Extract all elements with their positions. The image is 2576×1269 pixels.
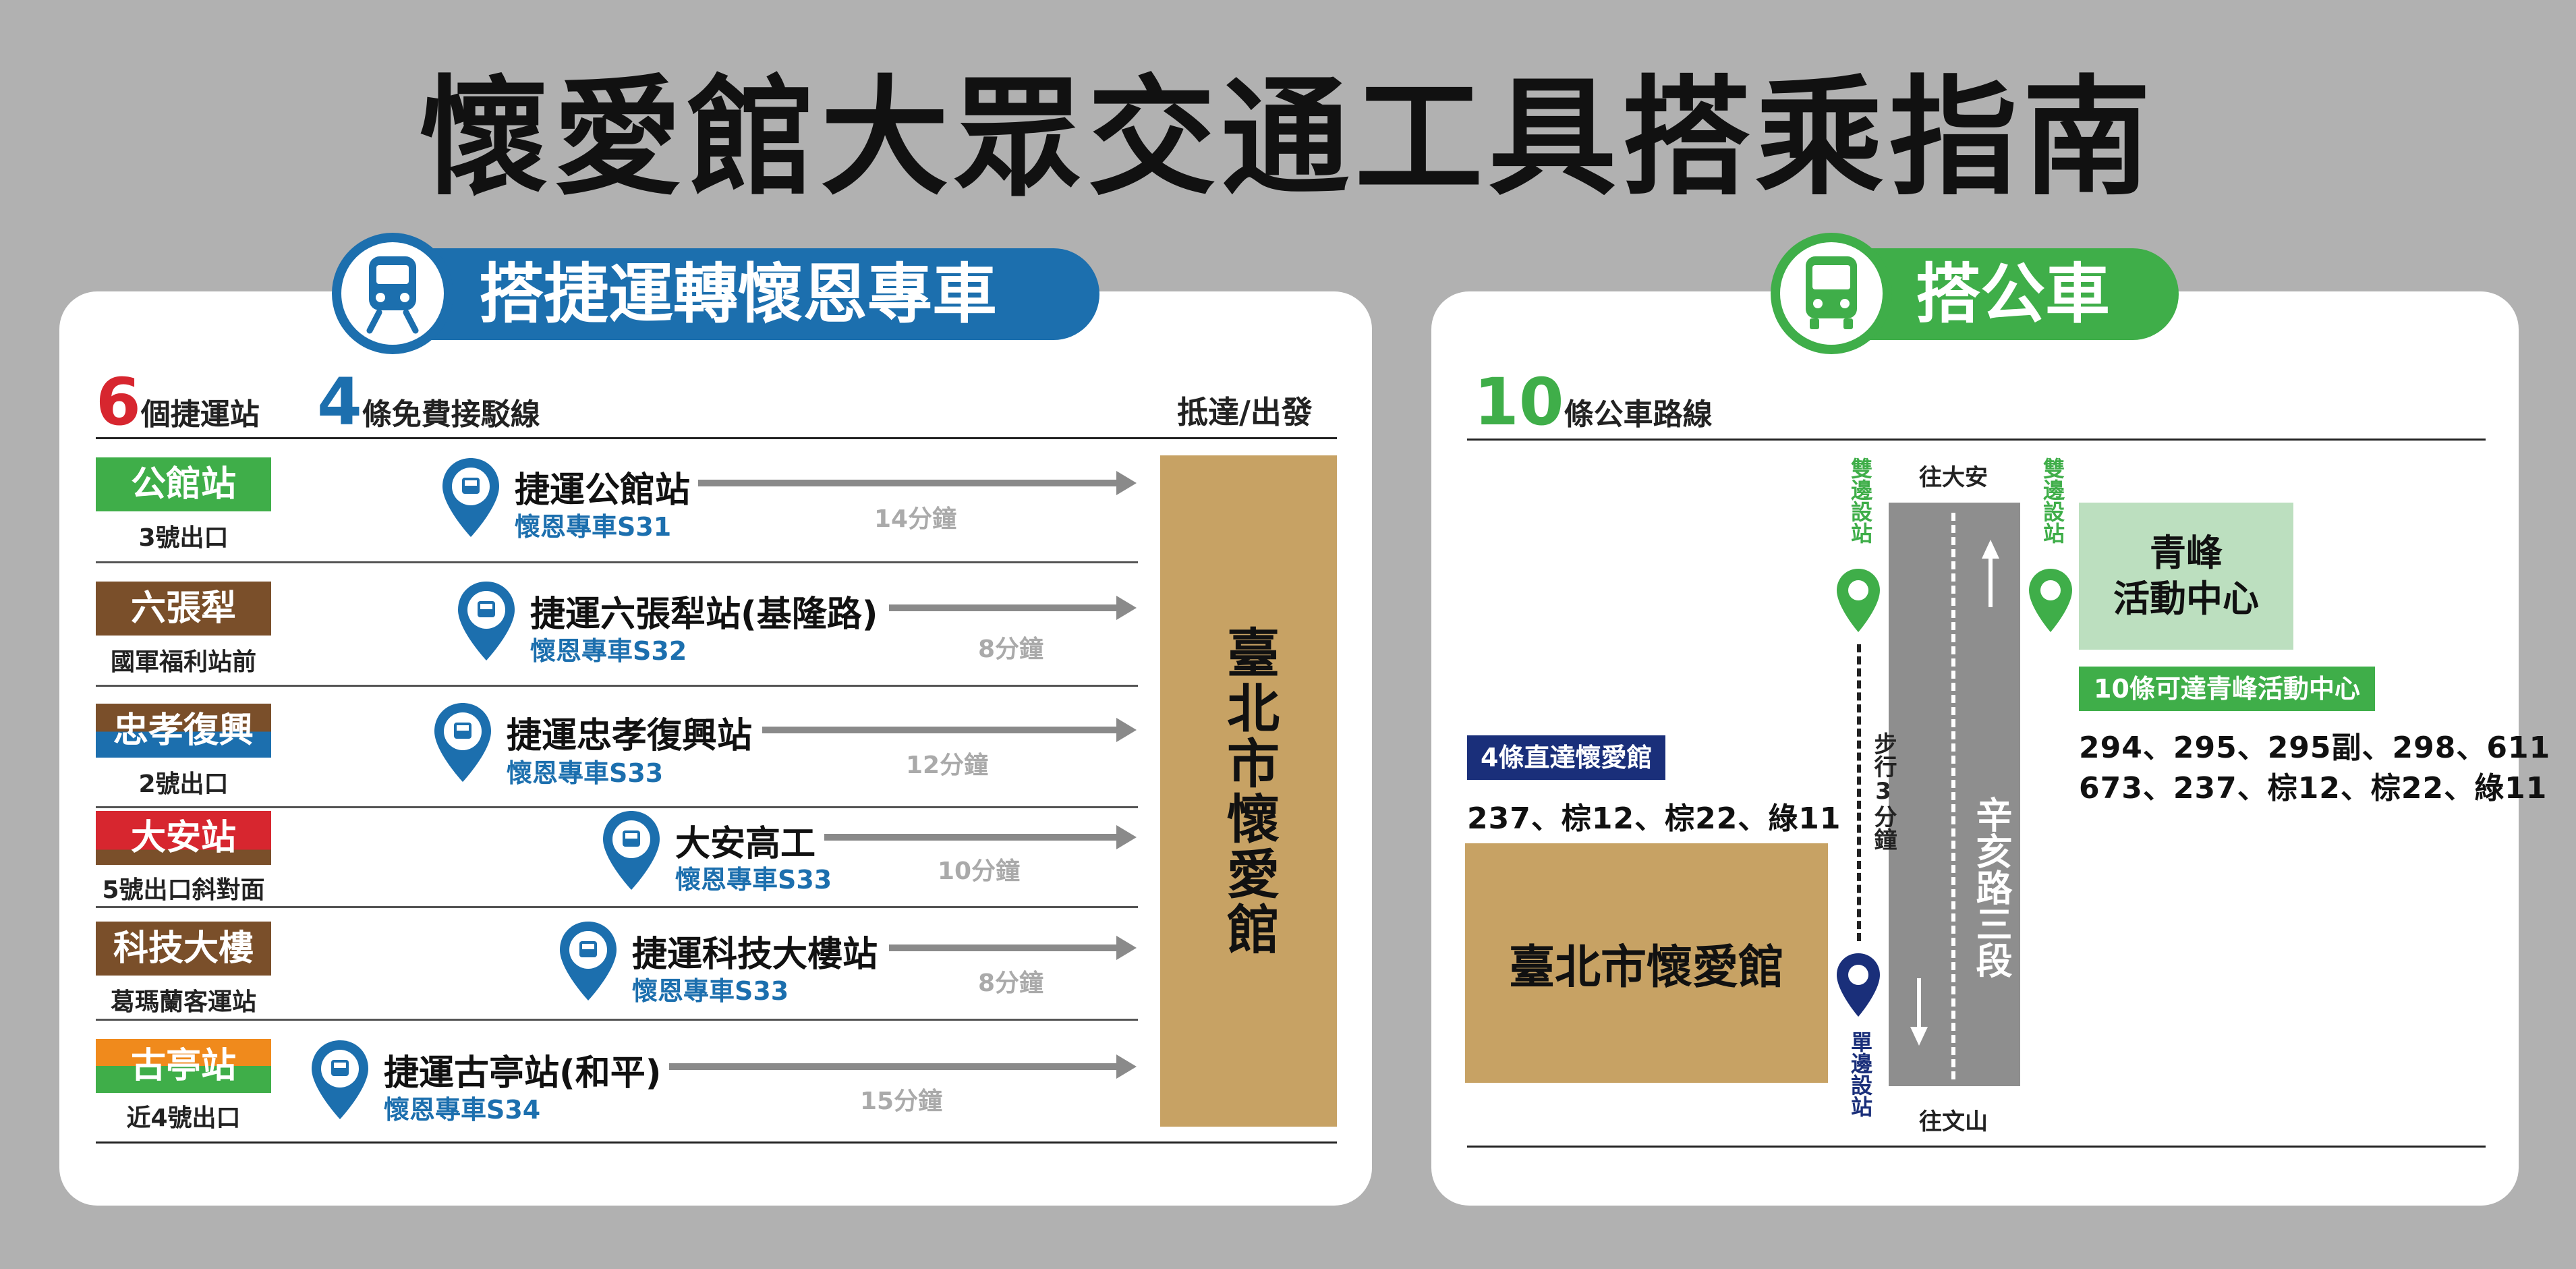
station-exit: 近4號出口 (126, 1104, 241, 1132)
stop-name: 捷運科技大樓站 (632, 934, 878, 975)
shuttle-route: 懷恩專車S32 (530, 636, 687, 666)
bus-stop-pin-icon (312, 1040, 368, 1119)
shuttle-route: 懷恩專車S34 (384, 1095, 541, 1125)
row-divider (96, 906, 1138, 908)
station-exit: 葛瑪蘭客運站 (110, 988, 256, 1016)
arrow-head-icon (1116, 596, 1137, 620)
station-tag-guting: 古亭站 (96, 1039, 271, 1093)
station-tag-liuzhangli: 六張犁 (96, 582, 271, 636)
mrt-destination-label: 臺北市懷愛館 (1218, 625, 1279, 957)
shuttle-route: 懷恩專車S33 (675, 865, 832, 895)
stop-name: 捷運忠孝復興站 (507, 716, 753, 756)
row-divider (96, 1019, 1138, 1021)
stop-name: 大安高工 (675, 824, 816, 864)
lines-count-number: 4 (317, 364, 362, 440)
train-icon (332, 233, 453, 354)
both-sides-stop-left-label: 雙邊設站 (1848, 457, 1873, 544)
arrow-head-icon (1116, 471, 1137, 495)
activity-center-routes-1: 294、295、295副、298、611 (2079, 731, 2551, 765)
direction-to-wenshan: 往文山 (1919, 1108, 1988, 1135)
route-arrow (889, 604, 1120, 611)
station-tag-technology-building: 科技大樓 (96, 922, 271, 976)
bus-icon (1771, 233, 1892, 354)
mrt-destination-box: 臺北市懷愛館 (1160, 455, 1337, 1127)
walking-path (1857, 644, 1861, 941)
route-arrow (669, 1063, 1120, 1070)
activity-center-badge: 10條可達青峰活動中心 (2079, 667, 2375, 711)
travel-minutes: 8分鐘 (978, 969, 1044, 997)
stations-count-number: 6 (96, 364, 141, 440)
arrow-head-icon (1116, 936, 1137, 960)
direct-routes-list: 237、棕12、棕22、綠11 (1467, 801, 1841, 836)
arrow-head-icon (1116, 825, 1137, 849)
station-tag-daan: 大安站 (96, 811, 271, 865)
route-arrow (889, 944, 1120, 951)
mrt-header: 搭捷運轉懷恩專車 (378, 248, 1099, 340)
activity-center-name-line2: 活動中心 (2113, 577, 2259, 620)
stop-name: 捷運公館站 (515, 470, 691, 511)
routes-count-number: 10 (1474, 364, 1564, 440)
routes-count-label: 條公車路線 (1564, 397, 1713, 432)
walk-time-label: 步行3分鐘 (1870, 732, 1897, 851)
bus-stop-pin-icon (603, 811, 660, 890)
stop-name: 捷運六張犁站(基隆路) (530, 594, 878, 635)
navy-pin-icon (1837, 953, 1880, 1017)
bus-stop-pin-icon (458, 582, 515, 660)
station-exit: 2號出口 (138, 770, 229, 798)
stop-name: 捷運古亭站(和平) (384, 1053, 662, 1094)
travel-minutes: 12分鐘 (906, 752, 989, 779)
bus-stop-pin-icon (434, 703, 491, 782)
lines-count-label: 條免費接駁線 (362, 397, 540, 432)
activity-center-box: 青峰 活動中心 (2079, 503, 2293, 650)
mrt-lines-count: 4條免費接駁線 (317, 364, 540, 440)
mrt-header-rule (96, 437, 1337, 439)
one-side-stop-label: 單邊設站 (1848, 1031, 1873, 1117)
travel-minutes: 8分鐘 (978, 636, 1044, 663)
bus-footer-rule (1467, 1146, 2486, 1148)
down-arrow-icon (1910, 978, 1928, 1046)
travel-minutes: 10分鐘 (938, 857, 1021, 885)
row-divider (96, 561, 1138, 563)
green-pin-icon (2029, 569, 2072, 632)
bus-routes-count: 10條公車路線 (1474, 364, 1713, 440)
station-exit: 3號出口 (138, 524, 229, 552)
stations-count-label: 個捷運站 (140, 397, 260, 432)
green-pin-icon (1837, 569, 1880, 632)
route-arrow (698, 480, 1120, 486)
route-arrow (824, 834, 1120, 841)
station-exit: 國軍福利站前 (110, 648, 256, 676)
travel-minutes: 15分鐘 (860, 1088, 943, 1115)
page-title: 懷愛館大眾交通工具搭乘指南 (420, 63, 2156, 213)
both-sides-stop-right-label: 雙邊設站 (2040, 457, 2065, 544)
bus-stop-pin-icon (442, 458, 499, 537)
mrt-stations-count: 6個捷運站 (96, 364, 260, 440)
bus-header-rule (1467, 439, 2486, 441)
travel-minutes: 14分鐘 (874, 505, 957, 533)
station-exit: 5號出口斜對面 (102, 876, 265, 904)
mrt-footer-rule (96, 1141, 1337, 1144)
station-tag-gongguan: 公館站 (96, 457, 271, 511)
direct-routes-badge: 4條直達懷愛館 (1467, 735, 1666, 780)
activity-center-name-line1: 青峰 (2150, 532, 2223, 574)
road-center-line (1951, 513, 1955, 1079)
bus-destination-box: 臺北市懷愛館 (1465, 843, 1828, 1083)
up-arrow-icon (1982, 540, 1999, 607)
arrive-depart-label: 抵達/出發 (1177, 394, 1313, 430)
shuttle-route: 懷恩專車S31 (515, 512, 672, 542)
mrt-header-label: 搭捷運轉懷恩專車 (479, 256, 997, 332)
arrow-head-icon (1116, 718, 1137, 742)
shuttle-route: 懷恩專車S33 (632, 976, 789, 1006)
direction-to-daan: 往大安 (1919, 464, 1988, 491)
row-divider (96, 685, 1138, 687)
bus-stop-pin-icon (560, 922, 617, 1000)
shuttle-route: 懷恩專車S33 (507, 758, 664, 788)
activity-center-routes-2: 673、237、棕12、棕22、綠11 (2079, 771, 2548, 806)
arrow-head-icon (1116, 1054, 1137, 1079)
bus-header-label: 搭公車 (1916, 256, 2110, 332)
route-arrow (762, 727, 1120, 733)
station-tag-zhongxiao-fuxing: 忠孝復興 (96, 704, 271, 758)
road-name: 辛亥路三段 (1970, 796, 2012, 978)
bus-destination-label: 臺北市懷愛館 (1508, 941, 1784, 994)
